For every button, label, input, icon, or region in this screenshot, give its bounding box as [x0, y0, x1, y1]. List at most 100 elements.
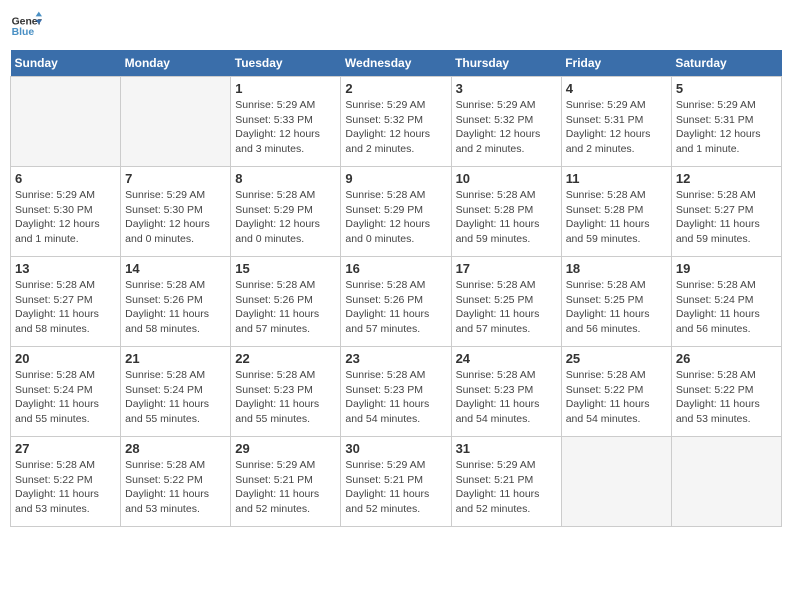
- day-header-saturday: Saturday: [671, 50, 781, 77]
- day-number: 17: [456, 261, 557, 276]
- day-info: Sunrise: 5:28 AM Sunset: 5:22 PM Dayligh…: [15, 458, 116, 517]
- day-info: Sunrise: 5:28 AM Sunset: 5:23 PM Dayligh…: [235, 368, 336, 427]
- calendar-cell: 30Sunrise: 5:29 AM Sunset: 5:21 PM Dayli…: [341, 437, 451, 527]
- calendar-cell: 23 Sunrise: 5:28 AM Sunset: 5:23 PM Dayli…: [341, 347, 451, 437]
- calendar-week-row: 6 Sunrise: 5:29 AM Sunset: 5:30 PM Daylig…: [11, 167, 782, 257]
- calendar-cell: 29Sunrise: 5:29 AM Sunset: 5:21 PM Dayli…: [231, 437, 341, 527]
- day-number: 29: [235, 441, 336, 456]
- day-number: 18: [566, 261, 667, 276]
- calendar-cell: 26 Sunrise: 5:28 AM Sunset: 5:22 PM Dayli…: [671, 347, 781, 437]
- day-number: 1: [235, 81, 336, 96]
- calendar-header-row: SundayMondayTuesdayWednesdayThursdayFrid…: [11, 50, 782, 77]
- day-number: 13: [15, 261, 116, 276]
- day-info: Sunrise: 5:28 AM Sunset: 5:23 PM Dayligh…: [456, 368, 557, 427]
- day-number: 9: [345, 171, 446, 186]
- calendar-cell: 18 Sunrise: 5:28 AM Sunset: 5:25 PM Dayli…: [561, 257, 671, 347]
- day-info: Sunrise: 5:28 AM Sunset: 5:25 PM Dayligh…: [566, 278, 667, 337]
- day-info: Sunrise: 5:29 AM Sunset: 5:30 PM Dayligh…: [125, 188, 226, 247]
- day-info: Sunrise: 5:28 AM Sunset: 5:29 PM Dayligh…: [345, 188, 446, 247]
- calendar-cell: 24 Sunrise: 5:28 AM Sunset: 5:23 PM Dayli…: [451, 347, 561, 437]
- day-info: Sunrise: 5:29 AM Sunset: 5:30 PM Dayligh…: [15, 188, 116, 247]
- day-number: 3: [456, 81, 557, 96]
- day-number: 10: [456, 171, 557, 186]
- calendar-week-row: 13 Sunrise: 5:28 AM Sunset: 5:27 PM Dayli…: [11, 257, 782, 347]
- day-number: 28: [125, 441, 226, 456]
- day-number: 12: [676, 171, 777, 186]
- calendar-cell: 8Sunrise: 5:28 AM Sunset: 5:29 PM Daylig…: [231, 167, 341, 257]
- calendar-cell: [121, 77, 231, 167]
- day-number: 16: [345, 261, 446, 276]
- day-info: Sunrise: 5:28 AM Sunset: 5:23 PM Dayligh…: [345, 368, 446, 427]
- calendar-cell: 17 Sunrise: 5:28 AM Sunset: 5:25 PM Dayli…: [451, 257, 561, 347]
- calendar-cell: 20 Sunrise: 5:28 AM Sunset: 5:24 PM Dayli…: [11, 347, 121, 437]
- calendar-cell: 11 Sunrise: 5:28 AM Sunset: 5:28 PM Dayli…: [561, 167, 671, 257]
- logo-icon: General Blue: [10, 10, 42, 42]
- day-info: Sunrise: 5:29 AM Sunset: 5:31 PM Dayligh…: [566, 98, 667, 157]
- day-number: 19: [676, 261, 777, 276]
- day-info: Sunrise: 5:29 AM Sunset: 5:21 PM Dayligh…: [456, 458, 557, 517]
- day-info: Sunrise: 5:28 AM Sunset: 5:24 PM Dayligh…: [125, 368, 226, 427]
- calendar-cell: 7 Sunrise: 5:29 AM Sunset: 5:30 PM Daylig…: [121, 167, 231, 257]
- day-number: 26: [676, 351, 777, 366]
- day-number: 22: [235, 351, 336, 366]
- day-number: 20: [15, 351, 116, 366]
- day-number: 23: [345, 351, 446, 366]
- calendar-cell: 19 Sunrise: 5:28 AM Sunset: 5:24 PM Dayli…: [671, 257, 781, 347]
- calendar-cell: 16 Sunrise: 5:28 AM Sunset: 5:26 PM Dayli…: [341, 257, 451, 347]
- day-number: 8: [235, 171, 336, 186]
- day-number: 7: [125, 171, 226, 186]
- calendar-cell: 28 Sunrise: 5:28 AM Sunset: 5:22 PM Dayli…: [121, 437, 231, 527]
- calendar-cell: 14 Sunrise: 5:28 AM Sunset: 5:26 PM Dayli…: [121, 257, 231, 347]
- day-number: 27: [15, 441, 116, 456]
- page-header: General Blue: [10, 10, 782, 42]
- calendar-cell: [11, 77, 121, 167]
- calendar-cell: 15Sunrise: 5:28 AM Sunset: 5:26 PM Dayli…: [231, 257, 341, 347]
- day-number: 14: [125, 261, 226, 276]
- day-header-monday: Monday: [121, 50, 231, 77]
- day-info: Sunrise: 5:28 AM Sunset: 5:22 PM Dayligh…: [125, 458, 226, 517]
- day-number: 25: [566, 351, 667, 366]
- calendar-cell: 25 Sunrise: 5:28 AM Sunset: 5:22 PM Dayli…: [561, 347, 671, 437]
- calendar-cell: 12 Sunrise: 5:28 AM Sunset: 5:27 PM Dayli…: [671, 167, 781, 257]
- day-number: 2: [345, 81, 446, 96]
- calendar-table: SundayMondayTuesdayWednesdayThursdayFrid…: [10, 50, 782, 527]
- calendar-cell: 5 Sunrise: 5:29 AM Sunset: 5:31 PM Daylig…: [671, 77, 781, 167]
- day-header-friday: Friday: [561, 50, 671, 77]
- day-info: Sunrise: 5:28 AM Sunset: 5:27 PM Dayligh…: [676, 188, 777, 247]
- day-info: Sunrise: 5:28 AM Sunset: 5:26 PM Dayligh…: [125, 278, 226, 337]
- calendar-cell: 13 Sunrise: 5:28 AM Sunset: 5:27 PM Dayli…: [11, 257, 121, 347]
- day-number: 6: [15, 171, 116, 186]
- day-info: Sunrise: 5:28 AM Sunset: 5:26 PM Dayligh…: [345, 278, 446, 337]
- calendar-cell: [561, 437, 671, 527]
- day-header-sunday: Sunday: [11, 50, 121, 77]
- calendar-cell: 27 Sunrise: 5:28 AM Sunset: 5:22 PM Dayli…: [11, 437, 121, 527]
- day-number: 30: [345, 441, 446, 456]
- logo: General Blue: [10, 10, 42, 42]
- day-number: 24: [456, 351, 557, 366]
- day-header-thursday: Thursday: [451, 50, 561, 77]
- day-info: Sunrise: 5:28 AM Sunset: 5:25 PM Dayligh…: [456, 278, 557, 337]
- day-number: 31: [456, 441, 557, 456]
- day-number: 5: [676, 81, 777, 96]
- day-info: Sunrise: 5:28 AM Sunset: 5:24 PM Dayligh…: [15, 368, 116, 427]
- day-info: Sunrise: 5:28 AM Sunset: 5:22 PM Dayligh…: [676, 368, 777, 427]
- calendar-week-row: 20 Sunrise: 5:28 AM Sunset: 5:24 PM Dayli…: [11, 347, 782, 437]
- day-info: Sunrise: 5:28 AM Sunset: 5:26 PM Dayligh…: [235, 278, 336, 337]
- day-info: Sunrise: 5:29 AM Sunset: 5:33 PM Dayligh…: [235, 98, 336, 157]
- day-info: Sunrise: 5:28 AM Sunset: 5:28 PM Dayligh…: [566, 188, 667, 247]
- calendar-cell: 1 Sunrise: 5:29 AM Sunset: 5:33 PM Daylig…: [231, 77, 341, 167]
- calendar-cell: 31 Sunrise: 5:29 AM Sunset: 5:21 PM Dayli…: [451, 437, 561, 527]
- calendar-cell: 6 Sunrise: 5:29 AM Sunset: 5:30 PM Daylig…: [11, 167, 121, 257]
- day-number: 11: [566, 171, 667, 186]
- day-info: Sunrise: 5:29 AM Sunset: 5:31 PM Dayligh…: [676, 98, 777, 157]
- calendar-cell: 22 Sunrise: 5:28 AM Sunset: 5:23 PM Dayli…: [231, 347, 341, 437]
- day-info: Sunrise: 5:28 AM Sunset: 5:24 PM Dayligh…: [676, 278, 777, 337]
- day-info: Sunrise: 5:29 AM Sunset: 5:32 PM Dayligh…: [345, 98, 446, 157]
- day-info: Sunrise: 5:28 AM Sunset: 5:27 PM Dayligh…: [15, 278, 116, 337]
- calendar-week-row: 1 Sunrise: 5:29 AM Sunset: 5:33 PM Daylig…: [11, 77, 782, 167]
- calendar-cell: 9 Sunrise: 5:28 AM Sunset: 5:29 PM Daylig…: [341, 167, 451, 257]
- day-header-wednesday: Wednesday: [341, 50, 451, 77]
- day-info: Sunrise: 5:28 AM Sunset: 5:28 PM Dayligh…: [456, 188, 557, 247]
- day-info: Sunrise: 5:28 AM Sunset: 5:22 PM Dayligh…: [566, 368, 667, 427]
- calendar-cell: 21Sunrise: 5:28 AM Sunset: 5:24 PM Dayli…: [121, 347, 231, 437]
